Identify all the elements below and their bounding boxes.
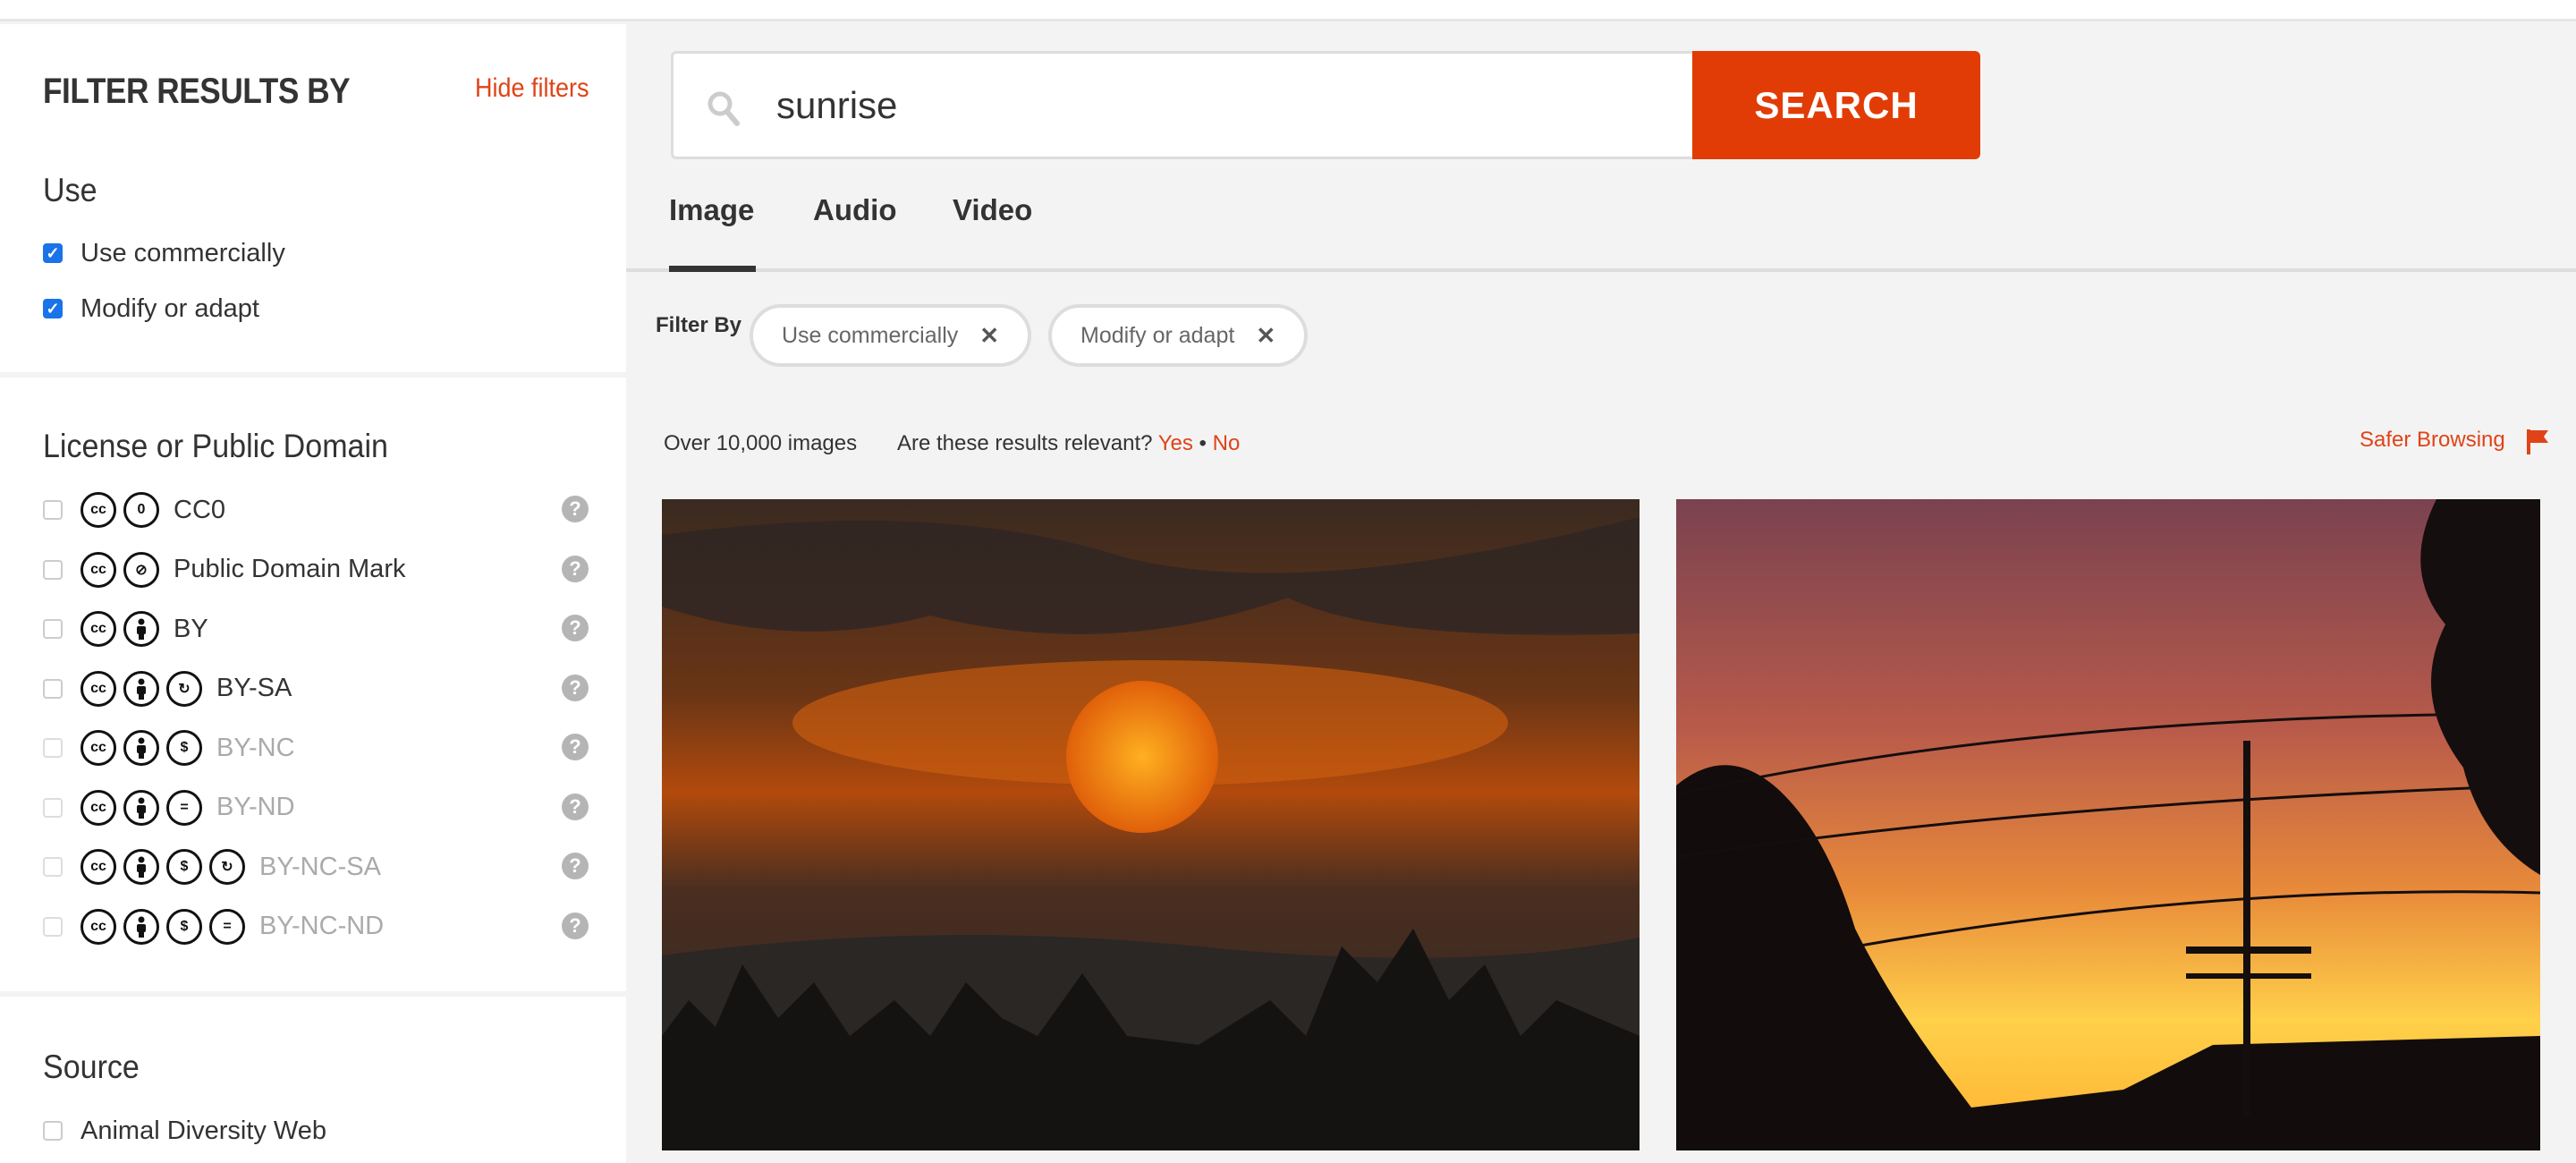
help-icon[interactable]: ? (562, 793, 589, 820)
tabs-underline (626, 268, 2576, 272)
cc-sa-icon: ↻ (209, 849, 245, 885)
source-heading: Source (43, 1048, 140, 1085)
divider (0, 991, 626, 997)
help-icon[interactable]: ? (562, 853, 589, 879)
license-option-by[interactable]: cc BY (43, 609, 208, 649)
hide-filters-link[interactable]: Hide filters (475, 73, 589, 104)
cc-by-icon (123, 849, 159, 885)
license-label: BY-ND (216, 793, 295, 821)
help-icon[interactable]: ? (562, 674, 589, 701)
cc-nc-icon: $ (166, 908, 202, 945)
help-icon[interactable]: ? (562, 496, 589, 522)
divider (0, 372, 626, 378)
modify-adapt-checkbox[interactable]: ✓ (43, 299, 63, 318)
license-label: BY-NC-ND (259, 912, 385, 940)
relevance-feedback: Are these results relevant? Yes • No (897, 431, 1240, 456)
cc-pd-icon: ⊘ (123, 551, 159, 588)
license-label: BY-NC-SA (259, 852, 381, 881)
search-value: sunrise (776, 84, 898, 126)
tab-image[interactable]: Image (669, 193, 754, 227)
search-button[interactable]: SEARCH (1692, 51, 1980, 159)
search-input[interactable]: sunrise (671, 51, 1692, 159)
cc-cc-icon: cc (80, 849, 116, 885)
license-heading: License or Public Domain (43, 428, 388, 464)
separator: • (1199, 431, 1207, 455)
active-tab-indicator (669, 266, 756, 272)
filter-title: FILTER RESULTS BY (43, 72, 351, 111)
license-checkbox[interactable] (43, 916, 63, 937)
license-option-by-sa[interactable]: cc ↻ BY-SA (43, 669, 292, 709)
relevant-yes-link[interactable]: Yes (1158, 431, 1193, 455)
cc-cc-icon: cc (80, 611, 116, 647)
cc-zero-icon: 0 (123, 492, 159, 528)
cc-cc-icon: cc (80, 908, 116, 945)
license-option-by-nc-nd[interactable]: cc $ = BY-NC-ND (43, 907, 384, 947)
flag-icon[interactable] (2525, 428, 2550, 456)
modify-adapt-option[interactable]: ✓ Modify or adapt (43, 289, 259, 328)
cc-by-icon (123, 789, 159, 826)
close-icon[interactable]: ✕ (1256, 322, 1275, 350)
close-icon[interactable]: ✕ (979, 322, 999, 350)
cc-by-icon (123, 611, 159, 647)
license-option-by-nc-sa[interactable]: cc $ ↻ BY-NC-SA (43, 847, 381, 887)
license-label: Public Domain Mark (174, 555, 406, 583)
use-commercially-option[interactable]: ✓ Use commercially (43, 233, 285, 273)
license-label: CC0 (174, 495, 226, 524)
license-checkbox[interactable] (43, 559, 63, 580)
result-count: Over 10,000 images (664, 431, 858, 455)
cc-cc-icon: cc (80, 730, 116, 766)
license-checkbox[interactable] (43, 857, 63, 877)
use-commercially-checkbox[interactable]: ✓ (43, 243, 63, 263)
cc-by-icon (123, 730, 159, 766)
source-option[interactable]: Animal Diversity Web (43, 1111, 326, 1150)
option-label: Modify or adapt (80, 293, 259, 323)
license-label: BY (174, 614, 208, 643)
license-checkbox[interactable] (43, 619, 63, 639)
license-label: BY-NC (216, 733, 295, 762)
license-option-cc0[interactable]: cc 0 CC0 (43, 490, 225, 530)
cc-nd-icon: = (166, 789, 202, 826)
filter-chip-use-commercially[interactable]: Use commercially ✕ (750, 304, 1032, 367)
cc-nc-icon: $ (166, 730, 202, 766)
cc-cc-icon: cc (80, 789, 116, 826)
cc-cc-icon: cc (80, 551, 116, 588)
filter-chip-modify-adapt[interactable]: Modify or adapt ✕ (1048, 304, 1309, 367)
search-icon (708, 91, 740, 126)
tab-video[interactable]: Video (953, 193, 1032, 227)
license-option-by-nc[interactable]: cc $ BY-NC (43, 728, 295, 768)
chip-label: Modify or adapt (1080, 322, 1235, 348)
relevance-question: Are these results relevant? (897, 431, 1153, 455)
license-label: BY-SA (216, 674, 292, 702)
safer-browsing-link[interactable]: Safer Browsing (2360, 428, 2505, 453)
option-label: Animal Diversity Web (80, 1116, 327, 1145)
option-label: Use commercially (80, 238, 285, 267)
license-checkbox[interactable] (43, 797, 63, 818)
help-icon[interactable]: ? (562, 615, 589, 641)
cc-cc-icon: cc (80, 670, 116, 707)
cc-nd-icon: = (209, 908, 245, 945)
cc-by-icon (123, 908, 159, 945)
license-checkbox[interactable] (43, 678, 63, 699)
help-icon[interactable]: ? (562, 555, 589, 582)
cc-by-icon (123, 670, 159, 707)
filter-by-label: Filter By (656, 313, 742, 337)
license-checkbox[interactable] (43, 738, 63, 758)
source-checkbox[interactable] (43, 1121, 63, 1141)
relevant-no-link[interactable]: No (1213, 431, 1241, 455)
license-checkbox[interactable] (43, 500, 63, 520)
license-option-by-nd[interactable]: cc = BY-ND (43, 788, 295, 828)
tab-audio[interactable]: Audio (813, 193, 896, 227)
chip-label: Use commercially (782, 322, 959, 348)
use-heading: Use (43, 172, 97, 208)
cc-cc-icon: cc (80, 492, 116, 528)
help-icon[interactable]: ? (562, 734, 589, 760)
result-image-sunset-sun[interactable] (662, 499, 1640, 1150)
cc-sa-icon: ↻ (166, 670, 202, 707)
top-strip (0, 0, 2576, 21)
license-option-public-domain-mark[interactable]: cc ⊘ Public Domain Mark (43, 550, 405, 590)
result-image-sunset-powerlines[interactable] (1676, 499, 2540, 1150)
help-icon[interactable]: ? (562, 912, 589, 939)
cc-nc-icon: $ (166, 849, 202, 885)
